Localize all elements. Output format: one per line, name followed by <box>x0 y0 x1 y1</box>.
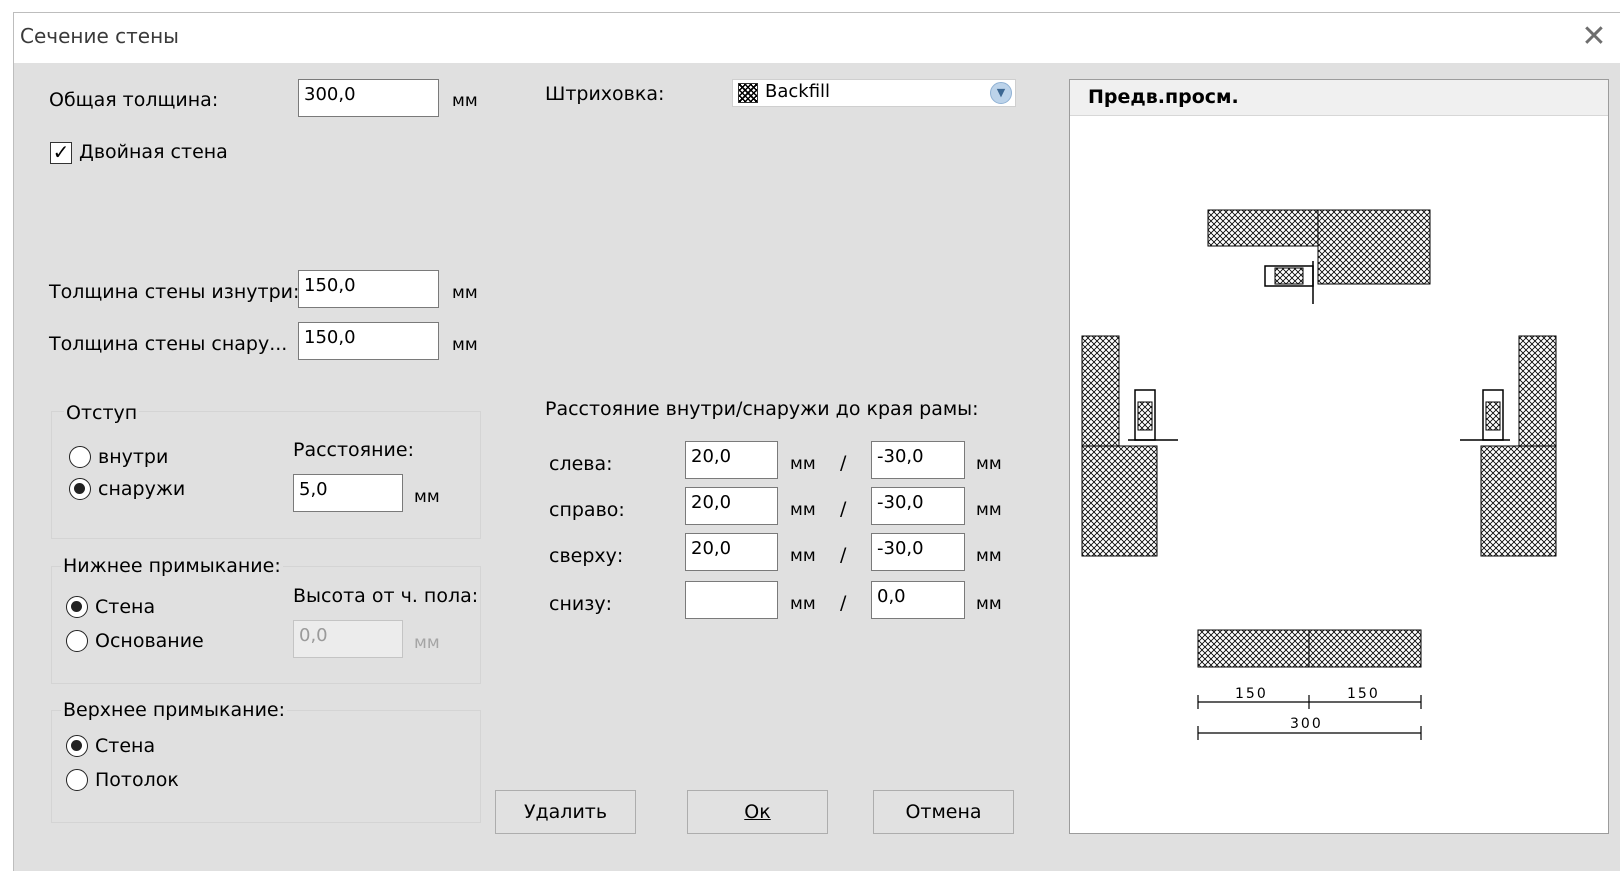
chevron-down-icon[interactable]: ▼ <box>990 82 1012 104</box>
offset-group <box>51 411 481 539</box>
offset-outside-label: снаружи <box>98 478 186 500</box>
double-wall-checkbox[interactable]: ✓ <box>50 142 72 164</box>
close-icon[interactable]: ✕ <box>1576 19 1612 55</box>
top-ceiling-radio[interactable] <box>66 769 88 791</box>
frame-top-inner-input[interactable]: 20,0 <box>685 533 778 571</box>
dim-right-label: 150 <box>1347 686 1380 702</box>
floor-height-label: Высота от ч. пола: <box>293 585 479 607</box>
outer-thickness-unit: мм <box>452 335 478 355</box>
frame-distance-header: Расстояние внутри/снаружи до края рамы: <box>545 398 979 420</box>
offset-outside-radio[interactable] <box>69 478 91 500</box>
frame-right-outer-unit: мм <box>976 500 1002 520</box>
offset-distance-unit: мм <box>414 487 440 507</box>
inner-thickness-unit: мм <box>452 283 478 303</box>
frame-bottom-separator: / <box>840 592 847 614</box>
frame-left-inner-input[interactable]: 20,0 <box>685 441 778 479</box>
top-junction-label: Верхнее примыкание: <box>61 699 288 721</box>
outer-thickness-input[interactable]: 150,0 <box>298 322 439 360</box>
frame-left-inner-unit: мм <box>790 454 816 474</box>
dim-left-label: 150 <box>1235 686 1268 702</box>
offset-group-label: Отступ <box>64 402 140 424</box>
preview-panel: Предв.просм. 150 150 300 <box>1069 79 1609 834</box>
left-window-frame-icon <box>1128 389 1178 441</box>
cancel-button-label: Отмена <box>905 801 982 823</box>
offset-inside-label: внутри <box>98 446 169 468</box>
cancel-button[interactable]: Отмена <box>873 790 1014 834</box>
dialog-title: Сечение стены <box>20 24 179 48</box>
bottom-junction-label: Нижнее примыкание: <box>61 555 283 577</box>
frame-right-outer-input[interactable]: -30,0 <box>871 487 965 525</box>
bottom-wall-label: Стена <box>95 596 156 618</box>
frame-bottom-outer-input[interactable]: 0,0 <box>871 581 965 619</box>
inner-thickness-input[interactable]: 150,0 <box>298 270 439 308</box>
frame-top-inner-unit: мм <box>790 546 816 566</box>
offset-inside-radio[interactable] <box>69 446 91 468</box>
frame-row-bottom-label: снизу: <box>549 593 612 615</box>
bottom-wall-radio[interactable] <box>66 596 88 618</box>
frame-left-separator: / <box>840 452 847 474</box>
top-ceiling-label: Потолок <box>95 769 179 791</box>
bottom-base-radio[interactable] <box>66 630 88 652</box>
frame-left-outer-unit: мм <box>976 454 1002 474</box>
inner-thickness-label: Толщина стены изнутри: <box>49 281 300 303</box>
outer-thickness-label: Толщина стены снару... <box>49 333 288 355</box>
frame-bottom-inner-unit: мм <box>790 594 816 614</box>
left-wall-section <box>1081 335 1178 557</box>
top-wall-radio[interactable] <box>66 735 88 757</box>
frame-row-right-label: справо: <box>549 499 625 521</box>
frame-left-outer-input[interactable]: -30,0 <box>871 441 965 479</box>
top-wall-section <box>1207 209 1431 304</box>
bottom-wall-section <box>1197 629 1422 668</box>
hatch-value: Backfill <box>765 81 831 102</box>
top-window-frame-icon <box>1264 261 1314 304</box>
hatch-select[interactable]: Backfill ▼ <box>732 79 1016 107</box>
wall-section-dialog: Сечение стены ✕ Общая толщина: 300,0 мм … <box>13 12 1620 871</box>
floor-height-input[interactable]: 0,0 <box>293 620 403 658</box>
frame-top-outer-unit: мм <box>976 546 1002 566</box>
preview-header: Предв.просм. <box>1070 80 1608 116</box>
delete-button[interactable]: Удалить <box>495 790 636 834</box>
offset-distance-input[interactable]: 5,0 <box>293 474 403 512</box>
right-window-frame-icon <box>1460 389 1510 441</box>
bottom-base-label: Основание <box>95 630 204 652</box>
hatch-pattern-icon <box>738 83 758 103</box>
ok-button-label: Ок <box>744 801 771 823</box>
hatch-label: Штриховка: <box>545 83 665 105</box>
total-thickness-label: Общая толщина: <box>49 89 219 111</box>
preview-title: Предв.просм. <box>1088 86 1239 108</box>
frame-right-inner-unit: мм <box>790 500 816 520</box>
frame-top-outer-input[interactable]: -30,0 <box>871 533 965 571</box>
floor-height-unit: мм <box>414 633 440 653</box>
bottom-junction-group <box>51 566 481 684</box>
frame-row-left-label: слева: <box>549 453 613 475</box>
top-junction-group <box>51 710 481 823</box>
frame-bottom-outer-unit: мм <box>976 594 1002 614</box>
total-thickness-input[interactable]: 300,0 <box>298 79 439 117</box>
offset-distance-label: Расстояние: <box>293 439 414 461</box>
dim-total-label: 300 <box>1290 716 1323 732</box>
frame-bottom-inner-input[interactable] <box>685 581 778 619</box>
frame-row-top-label: сверху: <box>549 545 624 567</box>
total-thickness-unit: мм <box>452 91 478 111</box>
frame-top-separator: / <box>840 544 847 566</box>
title-bar: Сечение стены ✕ <box>14 13 1620 63</box>
frame-right-inner-input[interactable]: 20,0 <box>685 487 778 525</box>
top-wall-label: Стена <box>95 735 156 757</box>
frame-right-separator: / <box>840 498 847 520</box>
right-wall-section <box>1460 335 1557 557</box>
preview-drawing <box>1081 209 1557 740</box>
double-wall-label: Двойная стена <box>79 141 228 163</box>
ok-button[interactable]: Ок <box>687 790 828 834</box>
